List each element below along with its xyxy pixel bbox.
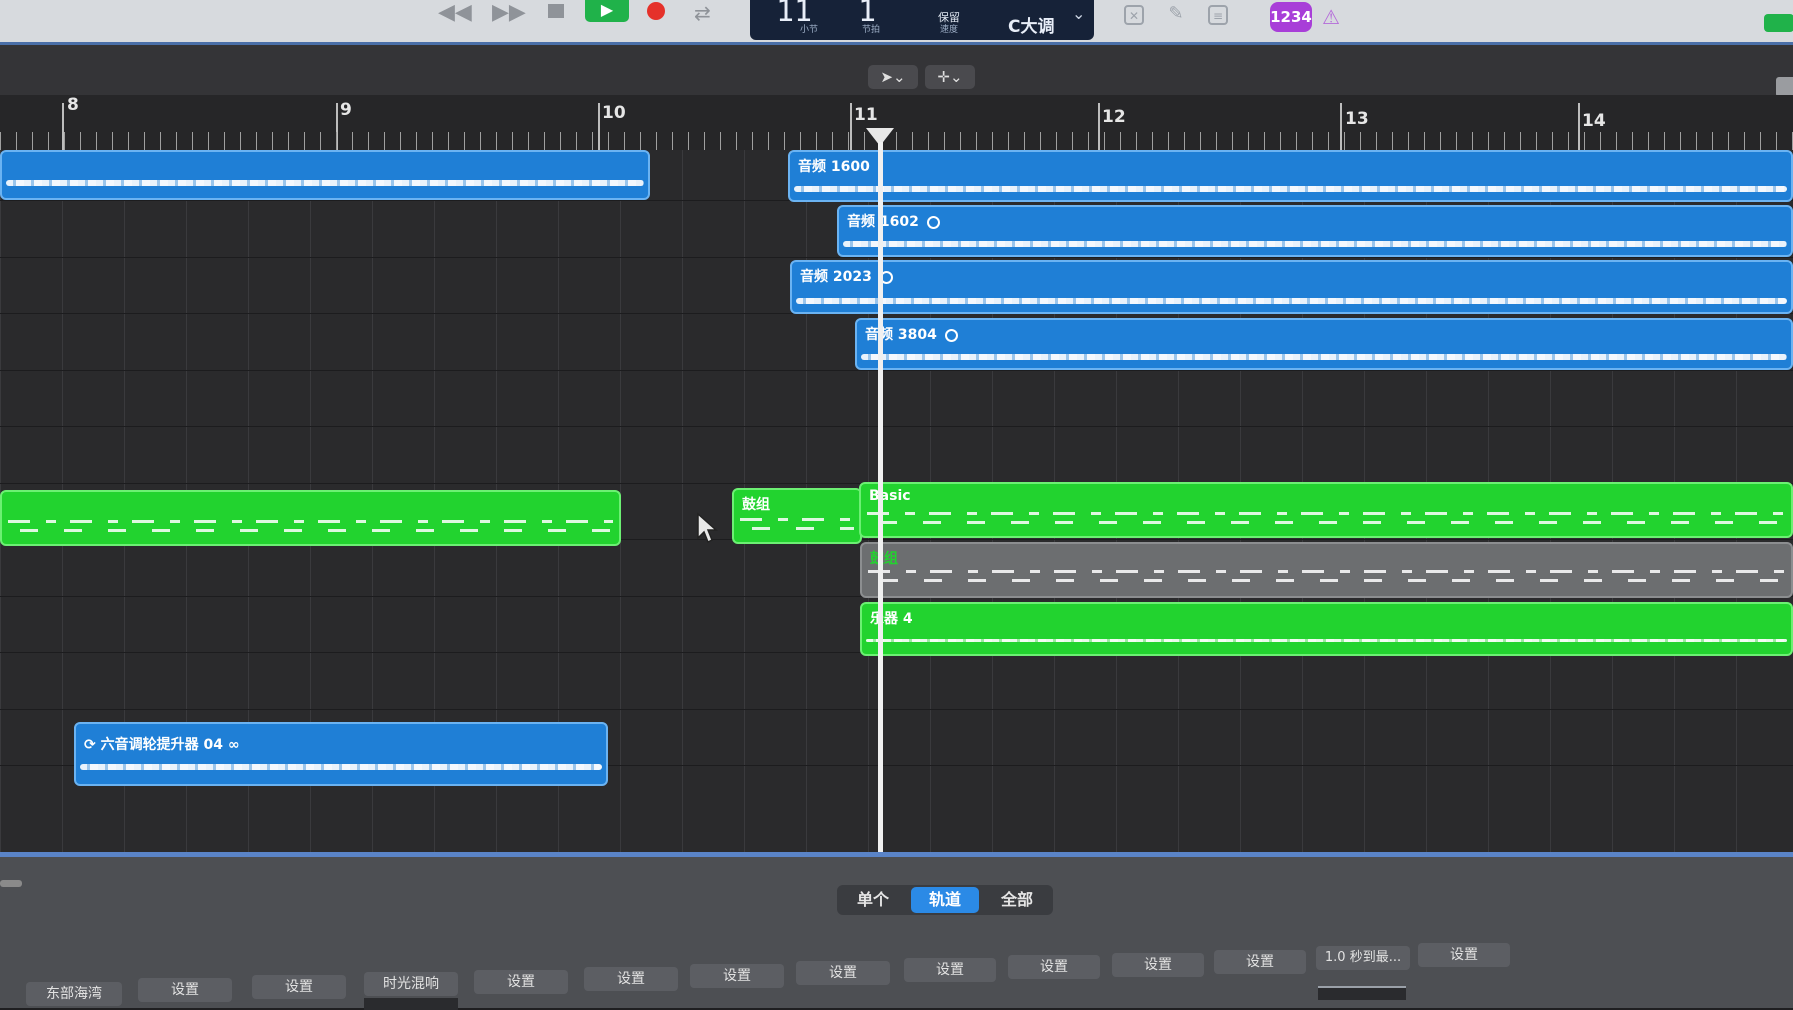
secondary-tool-button[interactable]: ✛⌄	[925, 65, 975, 89]
param-slider[interactable]	[1318, 986, 1406, 1000]
audio-region[interactable]: 音频 3804	[855, 318, 1793, 370]
cpu-meter	[1764, 14, 1793, 32]
control-bar: ◀◀ ▶▶ ▶ ⇄ 11 小节 1 节拍 保留 速度 C大调 ⌄ ✕ ✎ ≡ 1…	[0, 0, 1793, 45]
param-field[interactable]: 1.0 秒到最...	[1316, 946, 1410, 970]
count-in-badge[interactable]: 1234	[1270, 2, 1312, 32]
param-field[interactable]: 设置	[1418, 943, 1510, 967]
cycle-icon[interactable]: ⇄	[694, 2, 711, 24]
fast-forward-icon[interactable]: ▶▶	[492, 2, 526, 24]
param-field[interactable]: 设置	[138, 978, 232, 1002]
param-field[interactable]: 东部海湾	[26, 982, 122, 1006]
loop-icon	[926, 215, 940, 229]
bar-number: 9	[340, 100, 352, 120]
horizontal-scrollbar[interactable]	[0, 880, 22, 887]
region-name: ⟳ 六音调轮提升器 04 ∞	[84, 737, 240, 753]
lane-separator	[0, 426, 1793, 427]
midi-notes	[867, 512, 1785, 526]
audio-region[interactable]	[0, 150, 650, 200]
bar-number: 11	[854, 105, 878, 125]
lcd-tempo-label: 速度	[940, 25, 959, 35]
param-field[interactable]: 设置	[690, 964, 784, 988]
waveform	[80, 764, 602, 770]
tracks-header-bar: ➤⌄ ✛⌄	[0, 45, 1793, 97]
param-field[interactable]: 设置	[474, 970, 568, 994]
waveform	[861, 354, 1787, 360]
midi-region[interactable]	[0, 490, 621, 546]
play-button[interactable]: ▶	[585, 0, 629, 22]
pointer-tool-button[interactable]: ➤⌄	[868, 65, 918, 89]
waveform	[843, 241, 1787, 247]
drummer-region[interactable]: 鼓组	[732, 488, 862, 544]
param-field[interactable]: 设置	[252, 975, 346, 999]
rewind-icon[interactable]: ◀◀	[438, 2, 472, 24]
midi-notes	[8, 520, 613, 534]
audio-region[interactable]: 音频 2023	[790, 260, 1793, 314]
midi-notes	[868, 570, 1785, 584]
bar-number: 10	[602, 103, 626, 123]
waveform	[796, 298, 1787, 304]
lane-separator	[0, 257, 1793, 258]
audio-region[interactable]: ⟳ 六音调轮提升器 04 ∞	[74, 722, 608, 786]
region-name: 音频 1600	[798, 159, 870, 175]
smart-controls-icon[interactable]: ✎	[1166, 5, 1186, 25]
stop-icon[interactable]	[548, 4, 564, 18]
lcd-key-value: C大调	[1008, 17, 1055, 37]
waveform	[6, 180, 644, 186]
param-field[interactable]: 设置	[1112, 953, 1204, 977]
record-button[interactable]	[647, 2, 665, 20]
tab-single[interactable]: 单个	[839, 887, 907, 913]
midi-region[interactable]: 乐器 4	[860, 602, 1793, 656]
metronome-icon[interactable]: ⚠	[1322, 5, 1340, 29]
audio-region[interactable]: 音频 1602	[837, 205, 1793, 257]
lane-separator	[0, 709, 1793, 710]
editor-icon[interactable]: ≡	[1208, 5, 1228, 25]
audio-region[interactable]: 音频 1600	[788, 150, 1793, 202]
chevron-down-icon[interactable]: ⌄	[1072, 4, 1085, 23]
scroll-handle[interactable]	[1776, 77, 1793, 97]
view-segmented-control: 单个 轨道 全部	[837, 885, 1054, 915]
param-field[interactable]: 设置	[904, 958, 996, 982]
mouse-cursor-icon	[697, 512, 718, 544]
muted-region[interactable]: 鼓组	[860, 542, 1793, 598]
tab-track[interactable]: 轨道	[911, 887, 980, 913]
bar-number: 13	[1345, 109, 1369, 129]
playhead[interactable]	[878, 142, 883, 854]
region-name: 鼓组	[870, 551, 898, 567]
region-name: 音频 1602	[847, 211, 940, 231]
region-name: 鼓组	[742, 497, 770, 513]
param-field[interactable]: 设置	[584, 967, 678, 991]
param-field[interactable]: 设置	[1008, 955, 1100, 979]
loop-icon	[944, 328, 958, 342]
list-editor-icon[interactable]: ✕	[1124, 5, 1144, 25]
ruler-ticks	[0, 132, 1793, 150]
param-field[interactable]: 设置	[796, 961, 890, 985]
lcd-beat-label: 节拍	[862, 25, 881, 35]
region-name: 乐器 4	[870, 611, 913, 627]
lane-separator	[0, 370, 1793, 371]
midi-notes	[740, 518, 854, 532]
param-field[interactable]: 时光混响	[364, 972, 458, 996]
drummer-region[interactable]: Basic	[859, 482, 1793, 538]
panel-divider[interactable]	[0, 852, 1793, 857]
bar-number: 12	[1102, 107, 1126, 127]
lcd-bar-label: 小节	[800, 25, 819, 35]
bar-number: 8	[67, 95, 79, 115]
region-name: Basic	[869, 488, 911, 504]
param-field[interactable]: 设置	[1214, 950, 1306, 974]
midi-notes	[866, 639, 1787, 642]
waveform	[794, 186, 1787, 192]
param-slider[interactable]	[364, 998, 458, 1010]
bar-number: 14	[1582, 111, 1606, 131]
tab-all[interactable]: 全部	[983, 887, 1051, 913]
lcd-display[interactable]: 11 小节 1 节拍 保留 速度 C大调 ⌄	[750, 0, 1094, 40]
